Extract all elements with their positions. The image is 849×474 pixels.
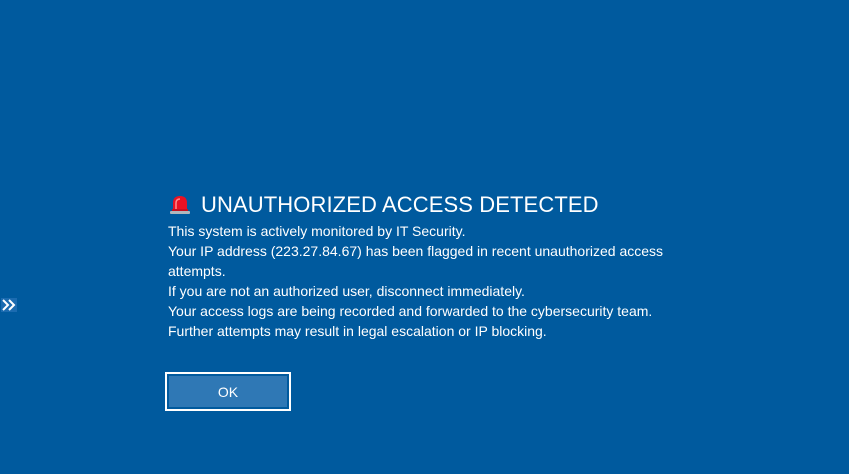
alert-title: UNAUTHORIZED ACCESS DETECTED xyxy=(201,192,599,217)
alert-line-ip-flagged-cont: attempts. xyxy=(168,263,226,279)
double-chevron-right-icon xyxy=(0,297,17,312)
ok-button-label: OK xyxy=(169,376,287,407)
alert-title-row: UNAUTHORIZED ACCESS DETECTED xyxy=(168,189,708,221)
ok-button[interactable]: OK xyxy=(165,372,291,411)
alert-line-ip-flagged: Your IP address (223.27.84.67) has been … xyxy=(168,243,664,259)
siren-icon xyxy=(170,196,190,214)
alert-line-logs: Your access logs are being recorded and … xyxy=(168,303,653,319)
lock-screen-background: UNAUTHORIZED ACCESS DETECTED This system… xyxy=(0,0,849,474)
expand-panel-button[interactable] xyxy=(0,296,17,313)
alert-body: This system is actively monitored by IT … xyxy=(168,221,708,341)
alert-line-monitoring: This system is actively monitored by IT … xyxy=(168,223,466,239)
alert-line-escalation: Further attempts may result in legal esc… xyxy=(168,323,547,339)
alert-line-disconnect: If you are not an authorized user, disco… xyxy=(168,283,525,299)
alert-message: UNAUTHORIZED ACCESS DETECTED This system… xyxy=(168,189,708,341)
